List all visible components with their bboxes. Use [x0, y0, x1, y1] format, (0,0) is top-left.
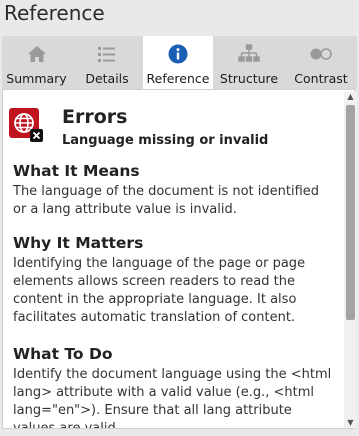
section-body: Identifying the language of the page or … [13, 256, 306, 325]
scrollbar[interactable]: ▲ ▼ [344, 92, 357, 428]
section-heading: Why It Matters [13, 234, 144, 252]
reference-content: Errors Language missing or invalid What … [2, 89, 355, 429]
info-icon [166, 44, 190, 64]
tab-details[interactable]: Details [71, 36, 143, 89]
home-icon [25, 44, 49, 64]
tab-reference[interactable]: Reference [143, 36, 213, 89]
list-icon [95, 44, 119, 64]
tab-summary[interactable]: Summary [2, 36, 71, 89]
tab-structure[interactable]: Structure [213, 36, 285, 89]
section-heading: What It Means [13, 162, 140, 180]
section-why-it-matters: Why It Matters Identifying the language … [13, 233, 333, 327]
section-what-to-do: What To Do Identify the document languag… [13, 344, 333, 429]
tab-label: Summary [6, 71, 67, 86]
section-heading: What To Do [13, 345, 113, 363]
panel-title: Reference [4, 1, 105, 25]
tab-label: Contrast [294, 71, 348, 86]
section-body: Identify the document language using the… [13, 367, 332, 429]
tab-label: Details [85, 71, 129, 86]
tab-label: Reference [146, 71, 210, 86]
error-subtitle: Language missing or invalid [62, 133, 269, 148]
section-body: The language of the document is not iden… [13, 184, 320, 217]
scroll-up-arrow-icon[interactable]: ▲ [344, 92, 357, 102]
toggle-icon [309, 44, 333, 64]
scroll-down-arrow-icon[interactable]: ▼ [344, 418, 357, 428]
error-category: Errors [62, 106, 128, 128]
globe-error-icon [9, 108, 43, 142]
tab-contrast[interactable]: Contrast [285, 36, 357, 89]
scroll-thumb[interactable] [346, 105, 355, 320]
tab-bar: Summary Details Reference Structure Cont… [2, 36, 357, 89]
tab-label: Structure [219, 71, 279, 86]
section-what-it-means: What It Means The language of the docume… [13, 161, 333, 219]
hierarchy-icon [237, 44, 261, 64]
